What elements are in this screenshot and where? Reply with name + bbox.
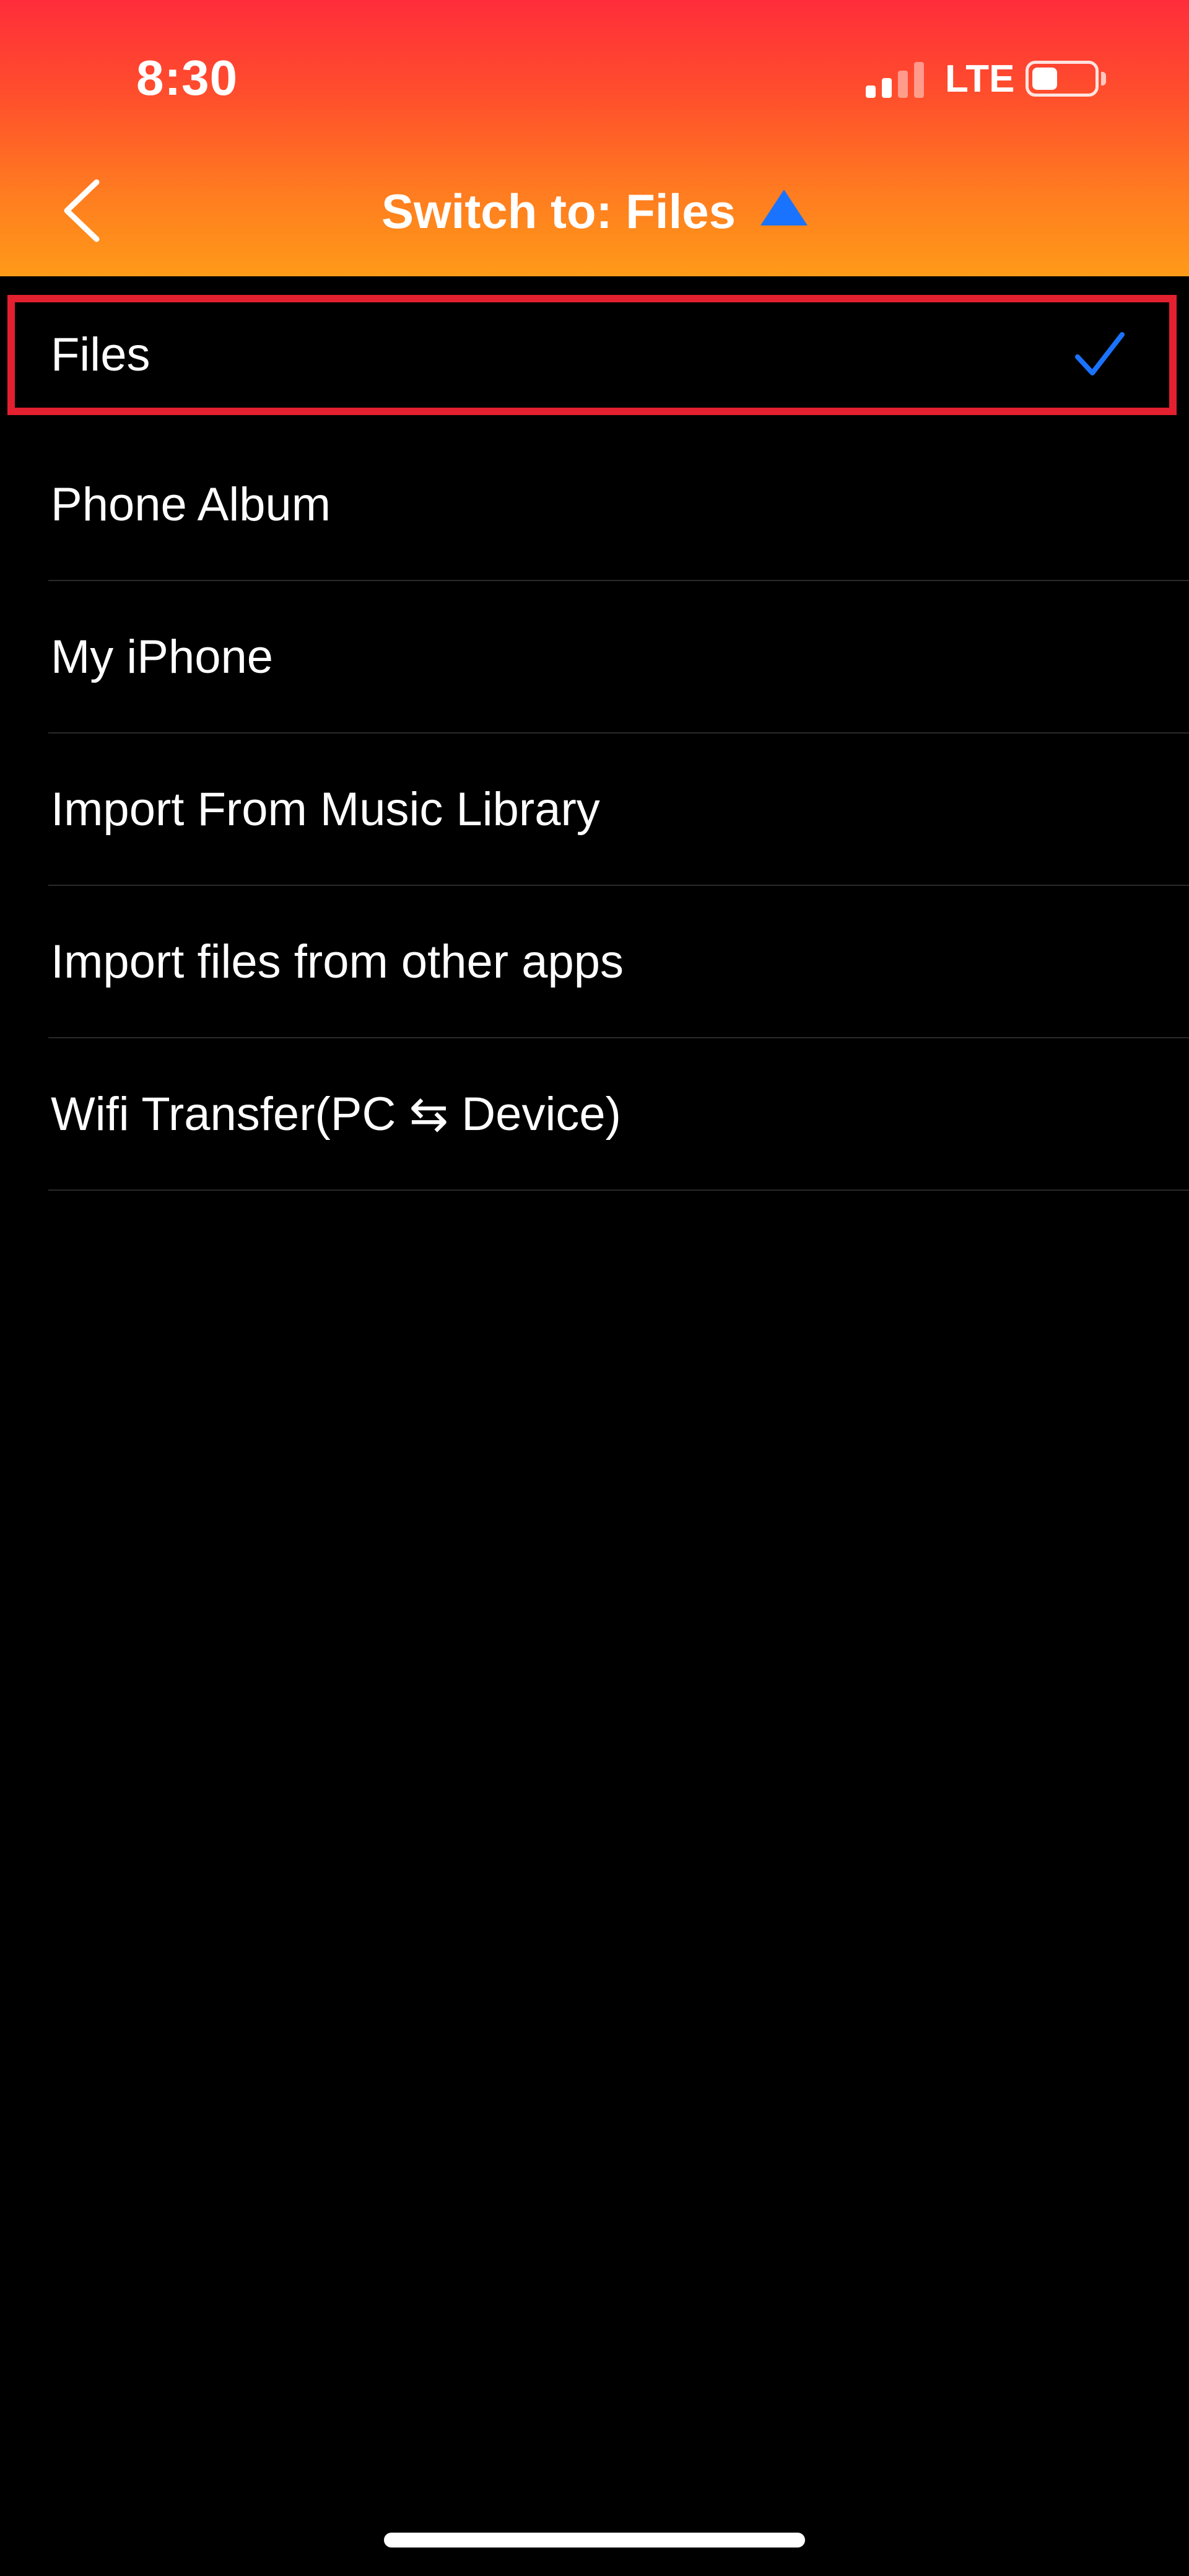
header: 8:30 LTE Switch to: Files (0, 0, 1189, 276)
battery-cap (1101, 72, 1106, 85)
triangle-up-icon (760, 190, 808, 226)
status-time: 8:30 (136, 50, 238, 105)
menu-item-label: Files (51, 328, 150, 381)
menu-item-label: Import From Music Library (51, 783, 600, 836)
highlight-box (7, 295, 1177, 415)
source-menu: Files Phone Album My iPhone Import From … (0, 276, 1189, 1191)
network-type: LTE (945, 58, 1015, 100)
menu-item-import-music-library[interactable]: Import From Music Library (0, 734, 1189, 886)
menu-item-label: Wifi Transfer(PC ⇆ Device) (51, 1088, 621, 1141)
menu-item-label: Phone Album (51, 478, 331, 531)
menu-item-label: My iPhone (51, 631, 274, 683)
cellular-signal-icon (866, 62, 925, 98)
menu-item-wifi-transfer[interactable]: Wifi Transfer(PC ⇆ Device) (0, 1038, 1189, 1191)
menu-item-phone-album[interactable]: Phone Album (0, 429, 1189, 581)
checkmark-icon (1075, 332, 1125, 375)
divider (48, 1189, 1189, 1191)
home-indicator[interactable] (384, 2533, 805, 2548)
menu-item-import-other-apps[interactable]: Import files from other apps (0, 886, 1189, 1038)
source-switcher[interactable]: Switch to: Files (0, 180, 1189, 240)
menu-item-files[interactable]: Files (0, 295, 1189, 415)
menu-item-my-iphone[interactable]: My iPhone (0, 581, 1189, 734)
battery-icon (1026, 61, 1099, 97)
page-title: Switch to: Files (381, 183, 736, 239)
screen: 8:30 LTE Switch to: Files Files Phone Al… (0, 0, 1189, 2576)
battery-level (1032, 68, 1057, 90)
menu-item-label: Import files from other apps (51, 935, 624, 988)
